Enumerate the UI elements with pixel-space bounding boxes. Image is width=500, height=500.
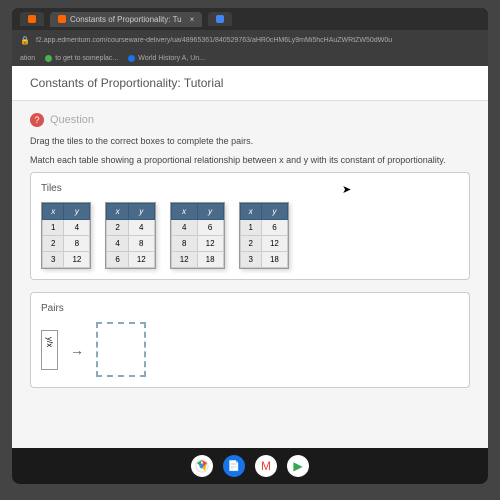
favicon-icon bbox=[58, 15, 66, 23]
tab-3[interactable] bbox=[208, 12, 232, 26]
tiles-section: Tiles xy1428312 xy2448612 xy468121218 xy… bbox=[30, 172, 470, 280]
lock-icon: 🔒 bbox=[20, 36, 30, 45]
instruction-1: Drag the tiles to the correct boxes to c… bbox=[30, 135, 470, 148]
bookmark-1[interactable]: ation bbox=[20, 55, 35, 62]
page-body: ? Question Drag the tiles to the correct… bbox=[12, 101, 488, 400]
globe-icon bbox=[128, 55, 135, 62]
bookmark-bar: ation to get to someplac... World Histor… bbox=[12, 50, 488, 66]
pairs-content: y/x → bbox=[41, 322, 459, 377]
bookmark-3[interactable]: World History A, Un... bbox=[128, 55, 205, 62]
tiles-row: xy1428312 xy2448612 xy468121218 xy162123… bbox=[41, 202, 459, 269]
play-icon[interactable]: ▶ bbox=[287, 455, 309, 477]
cursor-icon: ➤ bbox=[342, 183, 351, 196]
fraction-box: y/x bbox=[41, 330, 58, 370]
pairs-label: Pairs bbox=[41, 303, 459, 314]
drop-zone[interactable] bbox=[96, 322, 146, 377]
shelf: 📄 M ▶ bbox=[12, 448, 488, 484]
instruction-2: Match each table showing a proportional … bbox=[30, 154, 470, 167]
tile-2[interactable]: xy2448612 bbox=[105, 202, 155, 269]
url-bar: 🔒 f2.app.edmentum.com/courseware-deliver… bbox=[12, 30, 488, 50]
question-header: ? Question bbox=[30, 113, 470, 127]
close-icon[interactable]: × bbox=[190, 15, 195, 24]
screen: Constants of Proportionality: Tu × 🔒 f2.a… bbox=[12, 8, 488, 448]
tab-2[interactable]: Constants of Proportionality: Tu × bbox=[50, 12, 202, 27]
arrow-icon: → bbox=[70, 342, 84, 358]
help-icon bbox=[45, 55, 52, 62]
page-content: Constants of Proportionality: Tutorial ?… bbox=[12, 66, 488, 448]
tile-1[interactable]: xy1428312 bbox=[41, 202, 91, 269]
tab-bar: Constants of Proportionality: Tu × bbox=[12, 8, 488, 30]
bookmark-2[interactable]: to get to someplac... bbox=[45, 55, 118, 62]
tiles-label: Tiles bbox=[41, 183, 459, 194]
tab-label: Constants of Proportionality: Tu bbox=[70, 15, 182, 24]
page-title: Constants of Proportionality: Tutorial bbox=[12, 66, 488, 101]
url-text[interactable]: f2.app.edmentum.com/courseware-delivery/… bbox=[36, 37, 480, 44]
question-icon: ? bbox=[30, 113, 44, 127]
tile-3[interactable]: xy468121218 bbox=[170, 202, 225, 269]
tab-1[interactable] bbox=[20, 12, 44, 26]
tile-4[interactable]: xy16212318 bbox=[239, 202, 289, 269]
pairs-section: Pairs y/x → bbox=[30, 292, 470, 388]
google-icon bbox=[216, 15, 224, 23]
laptop-frame: Constants of Proportionality: Tu × 🔒 f2.a… bbox=[0, 0, 500, 500]
chrome-icon[interactable] bbox=[191, 455, 213, 477]
docs-icon[interactable]: 📄 bbox=[223, 455, 245, 477]
gmail-icon[interactable]: M bbox=[255, 455, 277, 477]
question-label: Question bbox=[50, 114, 94, 126]
favicon-icon bbox=[28, 15, 36, 23]
